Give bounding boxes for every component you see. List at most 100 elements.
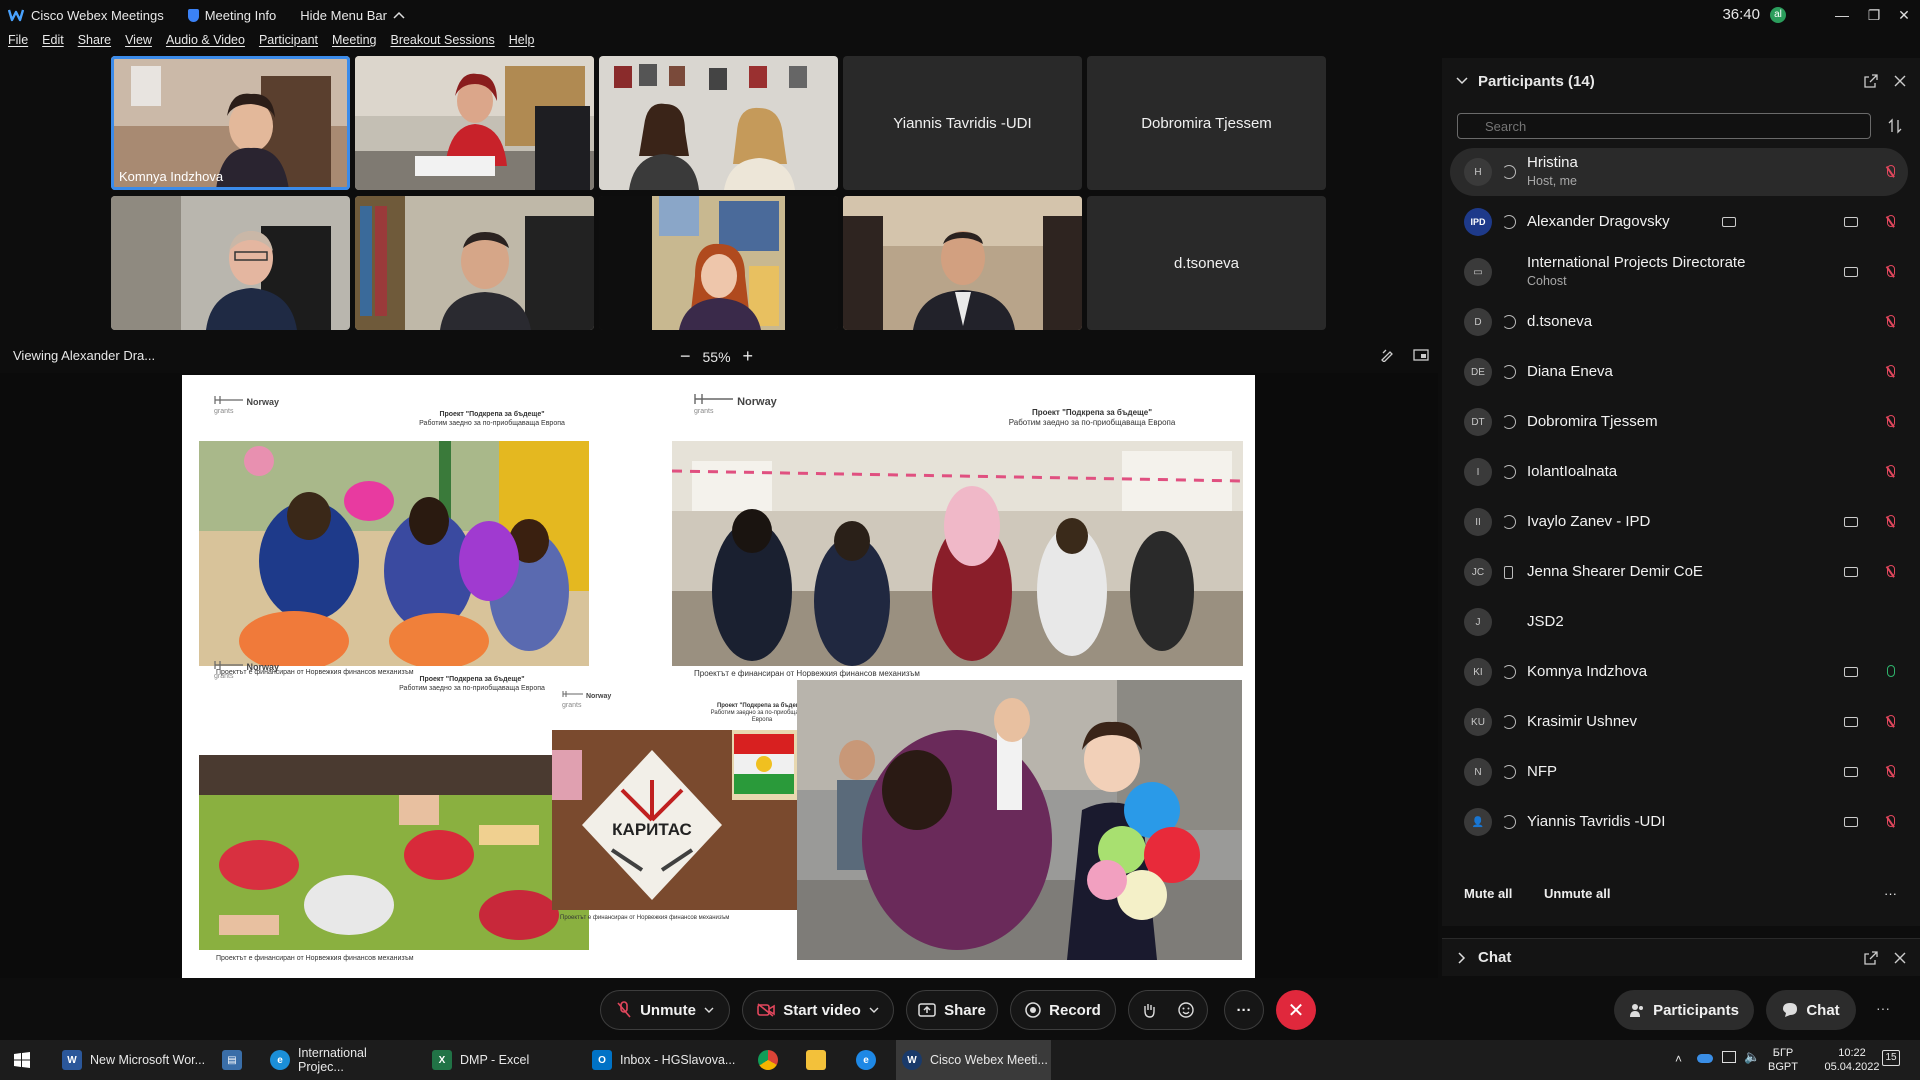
- mic-muted-icon[interactable]: [1885, 214, 1895, 230]
- norway-grants-mark-icon: [562, 691, 583, 697]
- video-tile-8[interactable]: [843, 196, 1082, 330]
- menu-view[interactable]: View: [125, 33, 152, 53]
- close-chat-icon[interactable]: [1894, 952, 1906, 964]
- chrome-icon: [758, 1050, 778, 1070]
- mic-muted-icon[interactable]: [1885, 264, 1895, 280]
- video-tile-6[interactable]: [355, 196, 594, 330]
- participants-header: Participants (14): [1442, 66, 1920, 96]
- participant-row[interactable]: KU Krasimir Ushnev: [1450, 698, 1908, 746]
- network-icon[interactable]: [1722, 1051, 1736, 1063]
- participant-row[interactable]: H Hristina Host, me: [1450, 148, 1908, 196]
- zoom-in-button[interactable]: +: [743, 346, 754, 367]
- unmute-button[interactable]: Unmute: [600, 990, 730, 1030]
- pop-out-icon[interactable]: [1864, 950, 1878, 965]
- start-video-button[interactable]: Start video: [742, 990, 894, 1030]
- menu-help[interactable]: Help: [509, 33, 535, 53]
- chat-toggle-label: Chat: [1806, 1001, 1840, 1019]
- video-tile-5[interactable]: [111, 196, 350, 330]
- participant-row[interactable]: KI Komnya Indzhova: [1450, 648, 1908, 696]
- participant-search-input[interactable]: [1457, 113, 1871, 139]
- end-meeting-button[interactable]: ✕: [1276, 990, 1316, 1030]
- input-language[interactable]: БГР BGPT: [1768, 1046, 1798, 1074]
- taskbar-item-edge[interactable]: e International Projec...: [266, 1040, 416, 1080]
- mic-muted-icon[interactable]: [1885, 314, 1895, 330]
- mute-all-button[interactable]: Mute all: [1464, 886, 1512, 901]
- chat-section-header[interactable]: Chat: [1442, 938, 1920, 976]
- unmute-all-button[interactable]: Unmute all: [1544, 886, 1610, 901]
- menu-share[interactable]: Share: [78, 33, 111, 53]
- chat-toggle-button[interactable]: Chat: [1766, 990, 1856, 1030]
- more-controls-button[interactable]: ···: [1224, 990, 1264, 1030]
- menu-edit[interactable]: Edit: [42, 33, 64, 53]
- participant-row[interactable]: D d.tsoneva: [1450, 298, 1908, 346]
- pop-out-share-icon[interactable]: [1413, 348, 1429, 362]
- video-tile-komnya[interactable]: Komnya Indzhova: [111, 56, 350, 190]
- onedrive-icon[interactable]: [1697, 1054, 1713, 1063]
- meeting-info-button[interactable]: Meeting Info: [187, 8, 276, 23]
- participant-row[interactable]: DT Dobromira Tjessem: [1450, 398, 1908, 446]
- tray-chevron-up-icon[interactable]: ˄: [1675, 1052, 1682, 1066]
- minimize-button[interactable]: —: [1824, 0, 1860, 30]
- mic-active-icon[interactable]: [1885, 664, 1895, 680]
- annotate-icon[interactable]: [1380, 348, 1394, 362]
- video-tile-dobromira[interactable]: Dobromira Tjessem: [1087, 56, 1326, 190]
- taskbar-item-ie[interactable]: e: [856, 1040, 886, 1080]
- participant-row[interactable]: N NFP: [1450, 748, 1908, 796]
- participant-row[interactable]: II Ivaylo Zanev - IPD: [1450, 498, 1908, 546]
- chevron-down-icon[interactable]: [869, 1007, 879, 1013]
- participants-toggle-button[interactable]: Participants: [1614, 990, 1754, 1030]
- participant-row[interactable]: 👤 Yiannis Tavridis -UDI: [1450, 798, 1908, 846]
- reactions-icon[interactable]: [1178, 1002, 1194, 1018]
- taskbar-item-chrome[interactable]: [758, 1040, 788, 1080]
- raise-hand-icon[interactable]: [1142, 1002, 1156, 1018]
- menu-breakout-sessions[interactable]: Breakout Sessions: [390, 33, 494, 53]
- menu-audio-video[interactable]: Audio & Video: [166, 33, 245, 53]
- taskbar-item-outlook-app[interactable]: ▤: [222, 1040, 252, 1080]
- chevron-down-icon[interactable]: [704, 1007, 714, 1013]
- mic-muted-icon[interactable]: [1885, 764, 1895, 780]
- video-tile-7[interactable]: [599, 196, 838, 330]
- mic-muted-icon[interactable]: [1885, 514, 1895, 530]
- video-tile-dtsoneva[interactable]: d.tsoneva: [1087, 196, 1326, 330]
- menu-file[interactable]: File: [8, 33, 28, 53]
- overflow-menu-button[interactable]: ···: [1876, 1000, 1890, 1016]
- volume-icon[interactable]: 🔈: [1744, 1049, 1760, 1065]
- record-button[interactable]: Record: [1010, 990, 1116, 1030]
- sync-icon: [1502, 465, 1516, 479]
- participant-row[interactable]: DE Diana Eneva: [1450, 348, 1908, 396]
- menu-participant[interactable]: Participant: [259, 33, 318, 53]
- zoom-out-button[interactable]: −: [680, 346, 691, 367]
- notifications-icon[interactable]: 15: [1882, 1050, 1900, 1066]
- chevron-down-icon[interactable]: [1456, 77, 1468, 85]
- clock[interactable]: 10:22 05.04.2022: [1812, 1046, 1892, 1074]
- participant-row[interactable]: JC Jenna Shearer Demir CoE: [1450, 548, 1908, 596]
- taskbar-item-excel[interactable]: X DMP - Excel: [432, 1040, 572, 1080]
- mic-muted-icon[interactable]: [1885, 364, 1895, 380]
- taskbar-item-outlook[interactable]: O Inbox - HGSlavova...: [592, 1040, 742, 1080]
- video-tile-yiannis[interactable]: Yiannis Tavridis -UDI: [843, 56, 1082, 190]
- sort-icon[interactable]: [1888, 118, 1902, 134]
- more-options-button[interactable]: ···: [1884, 886, 1897, 901]
- taskbar-item-word[interactable]: W New Microsoft Wor...: [56, 1040, 206, 1080]
- windows-start-icon[interactable]: [14, 1052, 30, 1068]
- share-button[interactable]: Share: [906, 990, 998, 1030]
- mic-muted-icon[interactable]: [1885, 714, 1895, 730]
- taskbar-item-explorer[interactable]: [806, 1040, 836, 1080]
- video-tile-3[interactable]: [599, 56, 838, 190]
- mic-muted-icon[interactable]: [1885, 814, 1895, 830]
- pop-out-icon[interactable]: [1864, 74, 1878, 88]
- mic-muted-icon[interactable]: [1885, 414, 1895, 430]
- close-panel-icon[interactable]: [1894, 75, 1906, 87]
- participant-row[interactable]: J JSD2: [1450, 598, 1908, 646]
- menu-meeting[interactable]: Meeting: [332, 33, 376, 53]
- taskbar-item-webex[interactable]: W Cisco Webex Meeti...: [896, 1040, 1051, 1080]
- mic-muted-icon[interactable]: [1885, 164, 1895, 180]
- mic-muted-icon[interactable]: [1885, 564, 1895, 580]
- hide-menu-bar-button[interactable]: Hide Menu Bar: [300, 8, 405, 23]
- video-tile-2[interactable]: [355, 56, 594, 190]
- mic-muted-icon[interactable]: [1885, 464, 1895, 480]
- participant-row[interactable]: IPD Alexander Dragovsky: [1450, 198, 1908, 246]
- participant-row[interactable]: I IolantIoalnata: [1450, 448, 1908, 496]
- participant-row[interactable]: ▭ International Projects Directorate Coho…: [1450, 248, 1908, 296]
- close-window-button[interactable]: ✕: [1886, 0, 1920, 30]
